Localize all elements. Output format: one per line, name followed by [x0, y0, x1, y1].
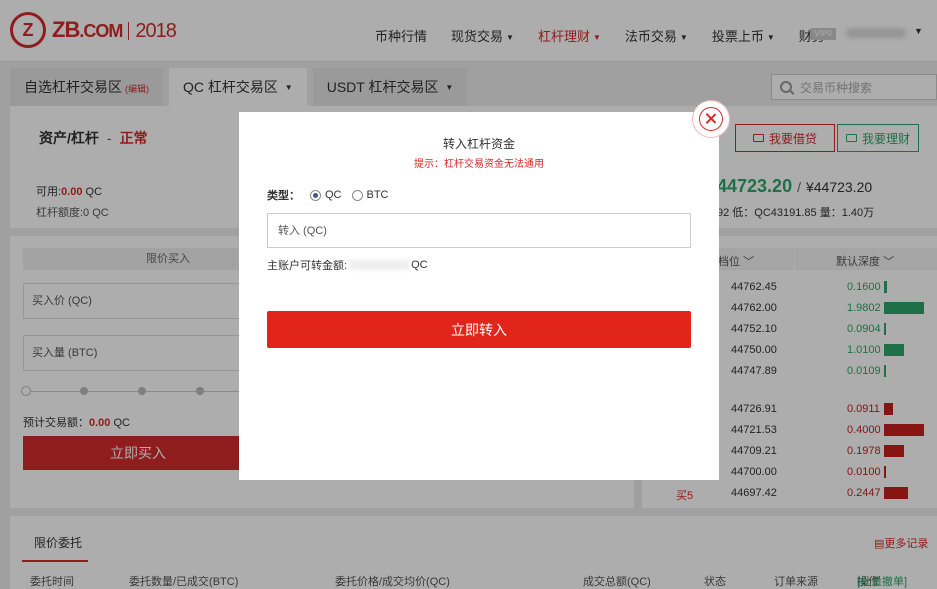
type-label: 类型： [267, 190, 300, 202]
transferable-unit: QC [411, 259, 428, 271]
transfer-modal: 转入杠杆资金 提示：杠杆交易资金无法通用 类型： QC BTC 主账户可转金额:… [239, 112, 719, 480]
radio-qc-label[interactable]: QC [325, 189, 342, 201]
radio-qc[interactable] [310, 189, 321, 201]
close-modal-button[interactable] [692, 100, 730, 138]
transferable-value-redacted [349, 260, 410, 270]
currency-type-selector: 类型： QC BTC [267, 187, 399, 203]
radio-btc-label[interactable]: BTC [367, 189, 389, 201]
transfer-now-button[interactable]: 立即转入 [267, 311, 691, 348]
transferable-amount: 主账户可转金额: QC [267, 257, 428, 273]
transfer-amount-input[interactable] [267, 213, 691, 248]
modal-tip: 提示：杠杆交易资金无法通用 [414, 159, 544, 170]
radio-btc[interactable] [351, 189, 363, 201]
transferable-label: 主账户可转金额: [267, 260, 348, 272]
modal-title: 转入杠杆资金 [442, 137, 515, 151]
close-icon [699, 107, 723, 131]
